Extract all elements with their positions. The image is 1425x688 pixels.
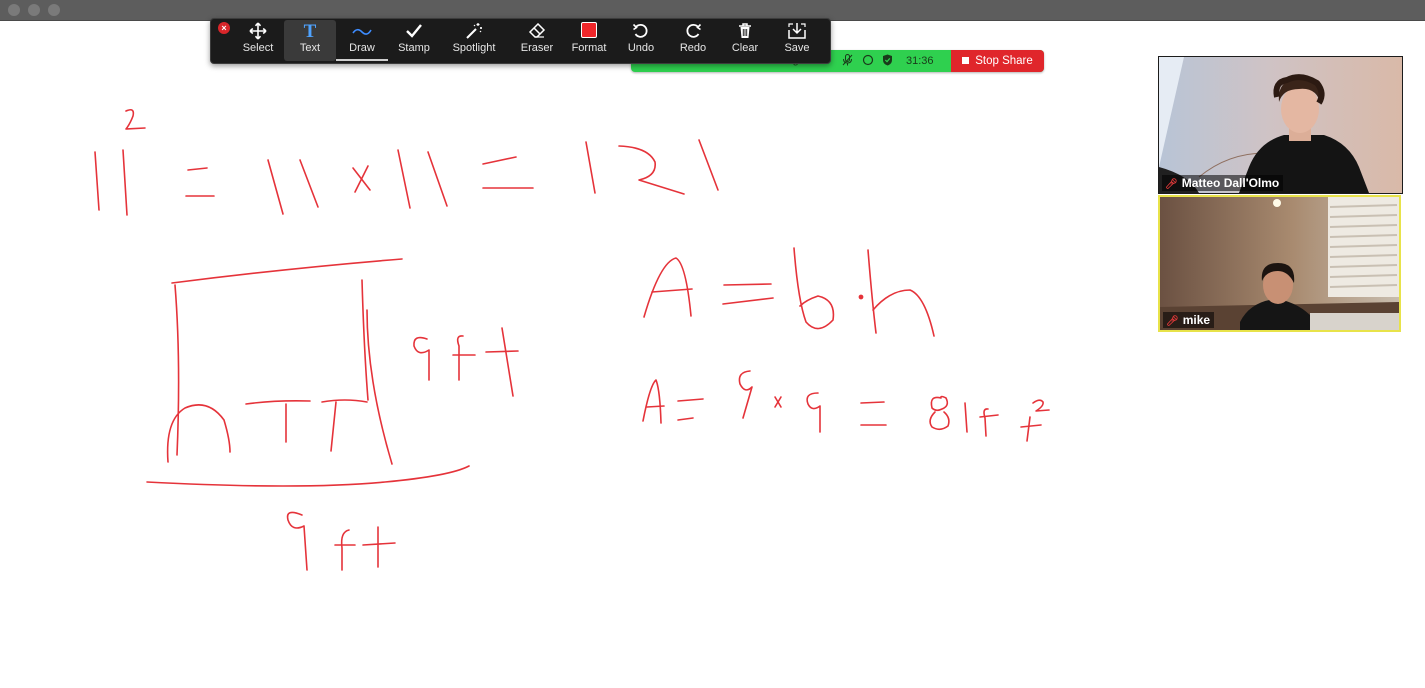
tool-label: Undo	[627, 42, 655, 54]
tool-label: Text	[299, 42, 321, 54]
stop-share-label: Stop Share	[975, 55, 1033, 67]
stop-square-icon	[962, 57, 970, 64]
minimize-window-button[interactable]	[28, 4, 40, 16]
tool-clear[interactable]: Clear	[719, 20, 771, 61]
undo-icon	[615, 20, 667, 42]
participant-name-tag: 🎤︎ Matteo Dall'Olmo	[1162, 175, 1284, 191]
tool-select[interactable]: Select	[232, 20, 284, 61]
tool-label: Draw	[349, 42, 375, 54]
tool-text[interactable]: T Text	[284, 20, 336, 61]
tool-redo[interactable]: Redo	[667, 20, 719, 61]
close-window-button[interactable]	[8, 4, 20, 16]
participant-video-matteo[interactable]: 🎤︎ Matteo Dall'Olmo	[1158, 56, 1403, 194]
mic-muted-icon: 🎤︎	[1165, 179, 1178, 190]
tool-eraser[interactable]: Eraser	[511, 20, 563, 61]
squiggle-icon	[336, 20, 388, 42]
annotation-toolbar: × Select T Text Draw Stamp Spotlight Era…	[210, 18, 831, 64]
redo-icon	[667, 20, 719, 42]
participant-video-feed	[1160, 197, 1399, 330]
color-swatch-icon	[563, 20, 615, 42]
share-elapsed-timer: 31:36	[906, 55, 934, 67]
tool-label: Save	[784, 42, 810, 54]
tool-label: Stamp	[398, 42, 430, 54]
tool-save[interactable]: Save	[771, 20, 823, 61]
stop-share-button[interactable]: Stop Share	[951, 50, 1044, 72]
participant-video-feed	[1159, 57, 1402, 193]
participant-name: Matteo Dall'Olmo	[1181, 176, 1280, 190]
participant-name-tag: 🎤︎ mike	[1163, 312, 1215, 328]
format-color-swatch	[581, 22, 597, 38]
tool-format[interactable]: Format	[563, 20, 615, 61]
tool-label: Select	[242, 42, 274, 54]
shield-check-icon	[882, 54, 893, 70]
tool-label: Format	[571, 42, 607, 54]
participant-video-mike[interactable]: 🎤︎ mike	[1158, 195, 1401, 332]
tool-label: Eraser	[520, 42, 554, 54]
tool-stamp[interactable]: Stamp	[388, 20, 440, 61]
tool-undo[interactable]: Undo	[615, 20, 667, 61]
tool-label: Clear	[731, 42, 759, 54]
close-annotation-icon[interactable]: ×	[218, 22, 230, 34]
recording-status-icon	[862, 54, 874, 70]
magic-wand-icon	[448, 20, 500, 42]
eraser-icon	[511, 20, 563, 42]
mic-muted-icon: 🎤︎	[1166, 316, 1179, 327]
tool-label: Redo	[679, 42, 707, 54]
trash-icon	[719, 20, 771, 42]
zoom-window-button[interactable]	[48, 4, 60, 16]
move-arrows-icon	[232, 20, 284, 42]
mic-muted-icon[interactable]	[842, 54, 853, 70]
tool-draw[interactable]: Draw	[336, 20, 388, 61]
tool-label: Spotlight	[452, 42, 496, 54]
tool-spotlight[interactable]: Spotlight	[448, 20, 500, 61]
text-icon: T	[303, 21, 317, 42]
save-download-icon	[771, 20, 823, 42]
checkmark-icon	[388, 20, 440, 42]
participant-name: mike	[1182, 313, 1211, 327]
